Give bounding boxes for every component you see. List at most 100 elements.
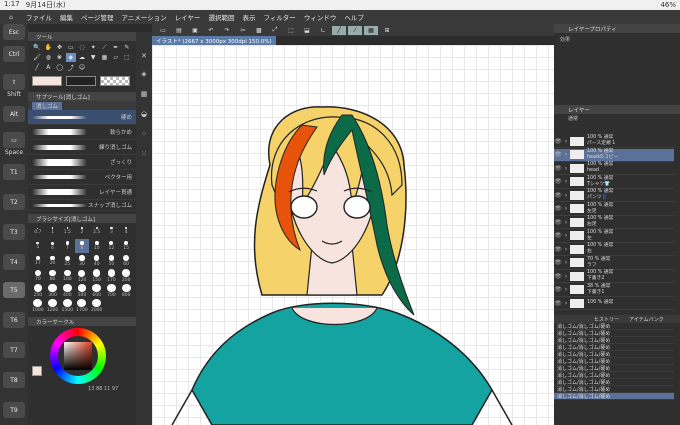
folder-toggle-icon[interactable]: › xyxy=(562,138,570,145)
fill-icon[interactable]: ▩ xyxy=(252,26,266,35)
close-icon[interactable]: ✕ xyxy=(139,52,149,62)
saturation-square[interactable] xyxy=(64,342,92,370)
brush-snap[interactable]: スナップ消しゴム xyxy=(28,200,136,211)
frame-icon[interactable]: ⬚ xyxy=(122,53,132,62)
menu-animation[interactable]: アニメーション xyxy=(117,12,170,22)
menu-layer[interactable]: レイヤー xyxy=(171,12,205,22)
t3-key[interactable]: T3 xyxy=(3,224,25,240)
t2-key[interactable]: T2 xyxy=(3,194,25,210)
folder-toggle-icon[interactable]: › xyxy=(562,219,570,226)
redo-icon[interactable]: ↷ xyxy=(220,26,234,35)
brush-size-cell[interactable]: 70 xyxy=(31,269,45,283)
tab-history[interactable]: ヒストリー xyxy=(594,316,619,323)
brush-hard[interactable]: 硬め xyxy=(28,110,136,125)
layer-row[interactable]: 👁 › 100 % 通常 xyxy=(554,297,674,310)
brush-size-cell[interactable]: 30 xyxy=(75,254,89,268)
current-color-chip[interactable] xyxy=(32,366,42,376)
pen-icon[interactable]: ✒ xyxy=(111,43,121,52)
t6-key[interactable]: T6 xyxy=(3,312,25,328)
brush-size-cell[interactable]: 10 xyxy=(90,239,104,253)
t1-key[interactable]: T1 xyxy=(3,164,25,180)
tab-item-bank[interactable]: アイテムバンク xyxy=(629,316,664,323)
correct-line-icon[interactable]: ⤴ xyxy=(66,63,76,72)
menu-filter[interactable]: フィルター xyxy=(259,12,299,22)
model-icon[interactable]: ☺ xyxy=(77,63,87,72)
layer-row[interactable]: 👁 › 100 % 通常 左足 xyxy=(554,203,674,216)
sub-color-swatch[interactable] xyxy=(66,76,96,86)
pattern-icon[interactable]: ⁙ xyxy=(139,150,149,160)
brush-size-cell[interactable]: 15 xyxy=(119,239,133,253)
main-color-swatch[interactable] xyxy=(32,76,62,86)
brush-size-cell[interactable]: 1700 xyxy=(75,299,89,313)
folder-toggle-icon[interactable]: › xyxy=(562,151,570,158)
snap-icon[interactable]: ∟ xyxy=(316,26,330,35)
text-icon[interactable]: A xyxy=(43,63,53,72)
clear-icon[interactable]: ✂ xyxy=(236,26,250,35)
t8-key[interactable]: T8 xyxy=(3,372,25,388)
brush-size-cell[interactable]: 6 xyxy=(46,239,60,253)
brush-size-cell[interactable]: 80 xyxy=(46,269,60,283)
eye-icon[interactable]: 👁 xyxy=(554,178,562,185)
sub-tool-tab-eraser[interactable]: 消しゴム xyxy=(32,101,63,110)
eye-icon[interactable]: 👁 xyxy=(554,192,562,199)
brush-size-cell[interactable]: 20 xyxy=(46,254,60,268)
brush-size-cell[interactable]: 4 xyxy=(119,224,133,238)
layer-row[interactable]: 👁 › 100 % 通常 パンツ👖 xyxy=(554,189,674,202)
brush-size-cell[interactable]: 7 xyxy=(60,239,74,253)
menu-window[interactable]: ウィンドウ xyxy=(300,12,341,22)
eraser-icon[interactable]: ◆ xyxy=(65,53,76,62)
menu-file[interactable]: ファイル xyxy=(22,12,56,22)
tone-icon[interactable]: ⁘ xyxy=(139,130,149,140)
folder-toggle-icon[interactable]: › xyxy=(562,286,570,293)
brush-size-cell[interactable]: 2.5 xyxy=(90,224,104,238)
snap-special-icon[interactable]: ⁄ xyxy=(348,25,362,35)
select-icon[interactable]: ▭ xyxy=(66,43,76,52)
blend-icon[interactable]: ☁ xyxy=(77,53,87,62)
transparent-swatch[interactable] xyxy=(100,76,130,86)
brush-size-cell[interactable]: 17 xyxy=(31,254,45,268)
brush-size-cell[interactable]: 200 xyxy=(119,269,133,283)
layer-row[interactable]: 👁 › 100 % 通常 headのコピー xyxy=(554,148,674,162)
zoom-icon[interactable]: 🔍 xyxy=(32,43,42,52)
t5-key[interactable]: T5 xyxy=(3,282,25,298)
move-icon[interactable]: ✥ xyxy=(54,43,64,52)
save-icon[interactable]: ▣ xyxy=(188,26,202,35)
ruler-icon[interactable]: ╱ xyxy=(32,63,42,72)
pencil-icon[interactable]: ✎ xyxy=(122,43,132,52)
layer-row[interactable]: 👁 › 100 % 通常 パース定規 1 xyxy=(554,135,674,148)
balloon-icon[interactable]: ◯ xyxy=(54,63,64,72)
folder-toggle-icon[interactable]: › xyxy=(562,165,570,172)
menu-edit[interactable]: 編集 xyxy=(56,12,77,22)
eye-icon[interactable]: 👁 xyxy=(554,273,562,280)
folder-toggle-icon[interactable]: › xyxy=(562,178,570,185)
brush-size-cell[interactable]: 400 xyxy=(60,284,74,298)
deselect-icon[interactable]: ⬚ xyxy=(284,26,298,35)
wand-icon[interactable]: ✦ xyxy=(88,43,98,52)
figure-icon[interactable]: ▱ xyxy=(111,53,121,62)
brush-size-cell[interactable]: 500 xyxy=(75,284,89,298)
grid-icon[interactable]: ▦ xyxy=(139,90,149,100)
brush-size-cell[interactable]: 100 xyxy=(60,269,74,283)
eye-icon[interactable]: 👁 xyxy=(554,138,562,145)
brush-soft[interactable]: 軟らかめ xyxy=(28,125,136,140)
brush-size-cell[interactable]: 8 xyxy=(75,239,89,253)
space-key[interactable]: ▭ xyxy=(3,132,25,148)
brush-kneaded[interactable]: 練り消しゴム xyxy=(28,140,136,155)
brush-size-cell[interactable]: 700 xyxy=(105,284,119,298)
layer-row[interactable]: 👁 › 100 % 通常右 xyxy=(554,243,674,256)
brush-size-cell[interactable]: 300 xyxy=(46,284,60,298)
snap-grid-icon[interactable]: ▦ xyxy=(364,25,378,35)
airbrush-icon[interactable]: ◍ xyxy=(43,53,53,62)
brush-size-cell[interactable]: 600 xyxy=(90,284,104,298)
layer-row[interactable]: 👁 › 100 % 通常 下書き2 xyxy=(554,270,674,283)
lasso-icon[interactable]: ◌ xyxy=(77,43,87,52)
ruler-show-icon[interactable]: ⊞ xyxy=(380,26,394,35)
fill-bucket-icon[interactable]: ◒ xyxy=(139,110,149,120)
layer-row[interactable]: 👁 › 70 % 通常 ラフ xyxy=(554,257,674,270)
folder-toggle-icon[interactable]: › xyxy=(562,192,570,199)
brush-size-cell[interactable]: 40 xyxy=(90,254,104,268)
brush-size-cell[interactable]: 5 xyxy=(31,239,45,253)
document-tab[interactable]: イラスト* (2667 x 3000px 300dpi 150.0%) xyxy=(152,36,276,45)
eye-icon[interactable]: 👁 xyxy=(554,232,562,239)
folder-toggle-icon[interactable]: › xyxy=(562,232,570,239)
